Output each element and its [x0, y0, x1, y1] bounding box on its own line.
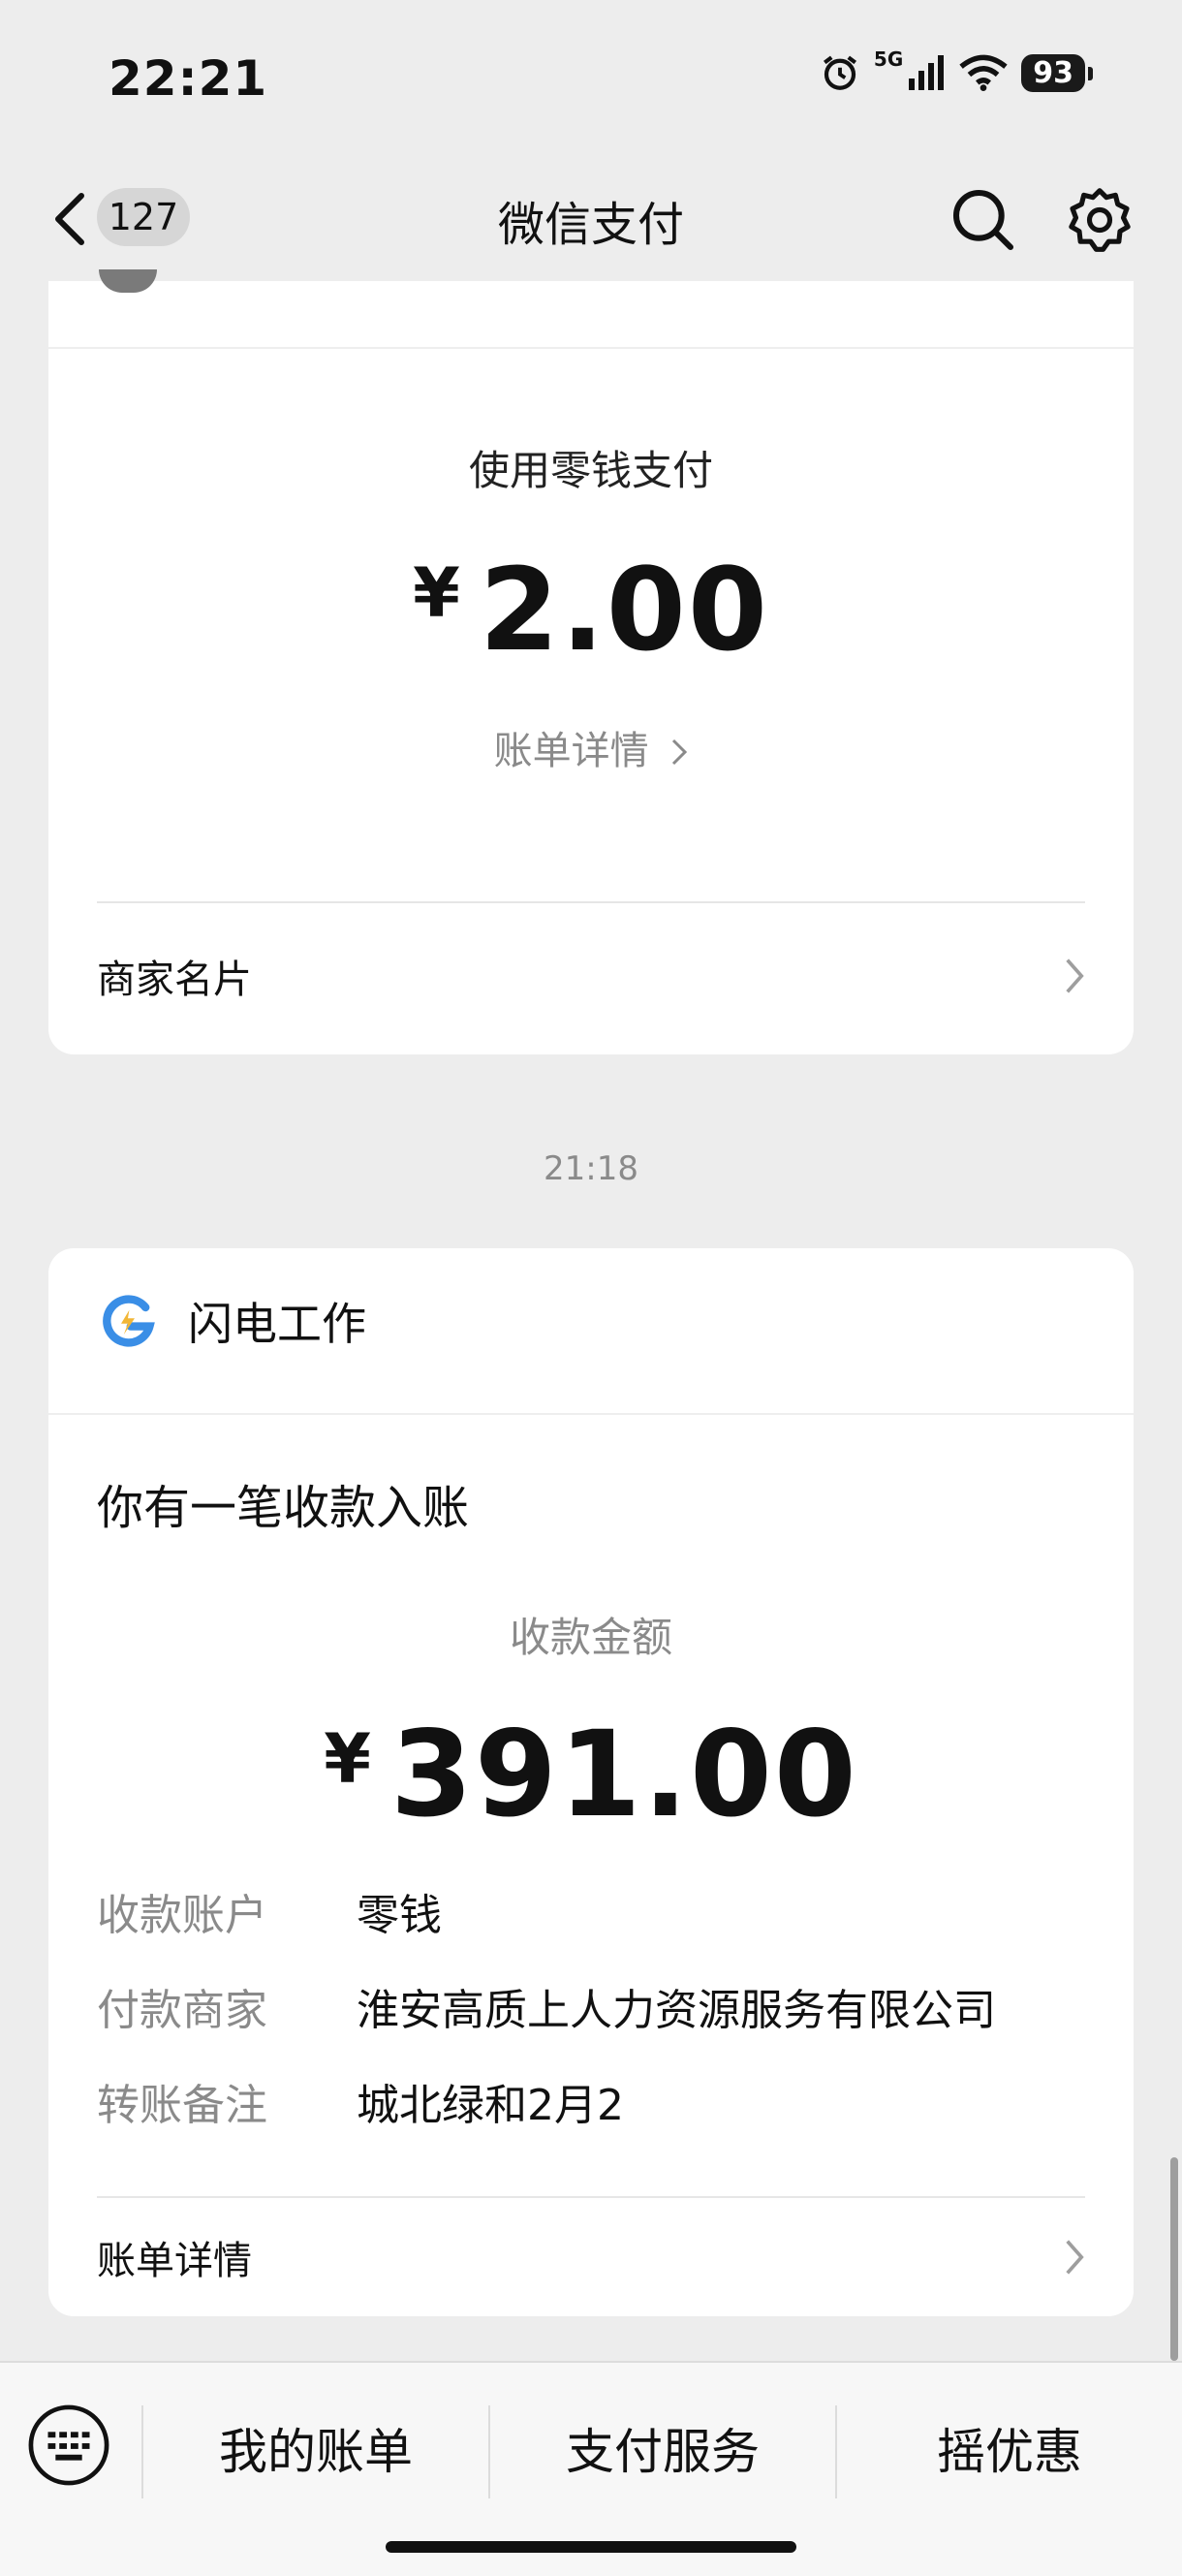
merchant-header[interactable]: 闪电工作: [101, 1289, 366, 1353]
divider: [97, 2196, 1085, 2198]
received-amount: ¥391.00: [48, 1706, 1134, 1843]
detail-row-remark: 转账备注 城北绿和2月2: [97, 2070, 624, 2132]
wifi-icon: [959, 54, 1008, 91]
detail-label: 转账备注: [97, 2081, 267, 2130]
menu-payment-services[interactable]: 支付服务: [490, 2402, 835, 2495]
payment-method: 使用零钱支付: [468, 447, 713, 494]
detail-row-payer: 付款商家 淮安高质上人力资源服务有限公司: [97, 1975, 996, 2037]
status-bar: 22:21 5G 93: [0, 0, 1182, 165]
avatar: [99, 269, 157, 293]
menu-shake-offers[interactable]: 摇优惠: [837, 2402, 1182, 2495]
menu-my-bills[interactable]: 我的账单: [143, 2402, 488, 2495]
detail-row-account: 收款账户 零钱: [97, 1880, 442, 1942]
divider: [97, 901, 1085, 903]
network-type: 5G: [873, 47, 904, 71]
gear-icon[interactable]: [1066, 186, 1134, 254]
divider: [48, 347, 1134, 349]
merchant-card-row[interactable]: 商家名片: [97, 932, 1085, 1020]
divider: [48, 1413, 1134, 1415]
scrollbar[interactable]: [1170, 2157, 1178, 2361]
cellular-signal-icon: [909, 55, 945, 90]
home-indicator[interactable]: [386, 2541, 796, 2553]
receipt-card: 闪电工作 你有一笔收款入账 收款金额 ¥391.00 收款账户 零钱 付款商家 …: [48, 1248, 1134, 2316]
detail-label: 收款账户: [97, 1891, 267, 1940]
currency-symbol: ¥: [413, 553, 462, 633]
chevron-right-icon: [1066, 2240, 1084, 2275]
chevron-right-icon: [672, 738, 688, 766]
bill-detail-row[interactable]: 账单详情: [97, 2214, 1085, 2301]
detail-value: 淮安高质上人力资源服务有限公司: [357, 1986, 996, 2035]
payment-amount: ¥2.00: [48, 543, 1134, 676]
detail-label: 付款商家: [97, 1986, 267, 2035]
bill-detail-label: 账单详情: [97, 2239, 252, 2283]
merchant-logo-icon: [103, 1295, 155, 1347]
received-amount-label: 收款金额: [509, 1614, 672, 1661]
search-icon[interactable]: [949, 186, 1017, 254]
status-icons: 5G 93: [820, 47, 1093, 93]
amount-value: 2.00: [479, 543, 769, 676]
detail-value: 零钱: [357, 1891, 442, 1940]
battery-level: 93: [1021, 53, 1093, 92]
bill-detail-link[interactable]: 账单详情: [48, 719, 1134, 775]
amount-value: 391.00: [389, 1706, 858, 1843]
chevron-right-icon: [1066, 958, 1084, 993]
alarm-icon: [823, 55, 856, 90]
keyboard-icon[interactable]: [27, 2403, 110, 2487]
payment-card: 使用零钱支付 ¥2.00 账单详情 商家名片: [48, 269, 1134, 1054]
nav-bar: 127 微信支付: [0, 165, 1182, 281]
notice-title: 你有一笔收款入账: [97, 1481, 470, 1535]
currency-symbol: ¥: [324, 1719, 373, 1799]
merchant-card-label: 商家名片: [97, 958, 252, 1002]
detail-value: 城北绿和2月2: [357, 2081, 624, 2130]
clock: 22:21: [109, 50, 268, 107]
message-timestamp: 21:18: [544, 1149, 638, 1188]
merchant-name: 闪电工作: [188, 1298, 366, 1350]
bill-detail-label: 账单详情: [493, 729, 649, 773]
